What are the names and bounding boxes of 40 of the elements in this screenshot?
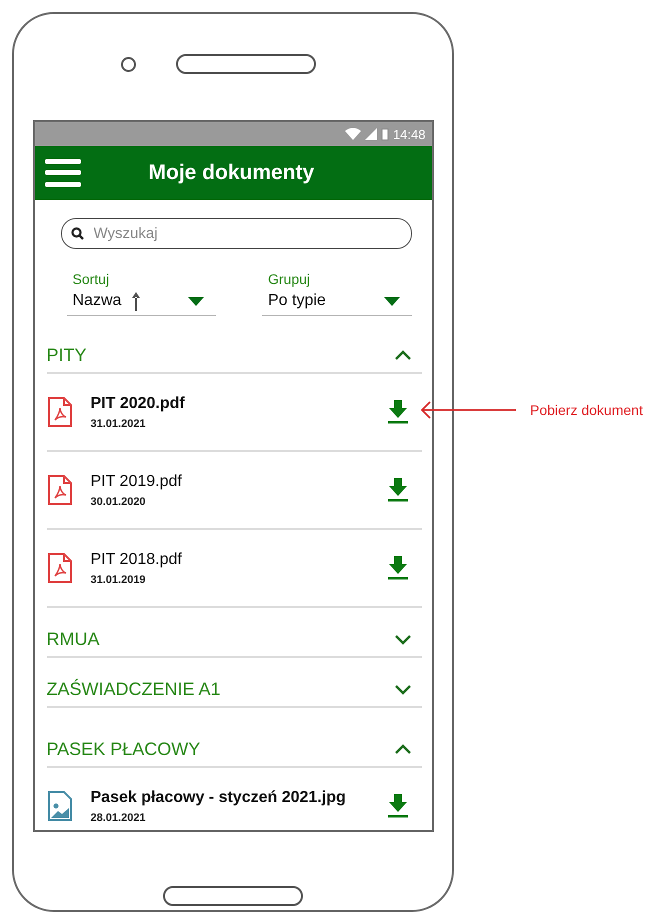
section-title: PITY <box>46 344 87 366</box>
download-button[interactable] <box>388 400 408 424</box>
annotation-label: Pobierz dokument <box>530 402 643 418</box>
document-date: 28.01.2021 <box>90 812 147 824</box>
document-name: Pasek płacowy - styczeń 2021.jpg <box>90 788 347 806</box>
dropdown-select[interactable]: Nazwa <box>66 287 216 316</box>
screen-title: Moje dokumenty <box>148 161 314 185</box>
dropdown-caret-icon[interactable] <box>188 296 204 306</box>
chevron-down-icon[interactable] <box>394 684 412 694</box>
document-date: 31.01.2021 <box>90 418 147 430</box>
clock-time: 14:48 <box>392 126 426 142</box>
pdf-file-icon <box>46 552 72 584</box>
filter-label: Grupuj <box>268 271 312 287</box>
chevron-down-icon[interactable] <box>394 634 412 644</box>
menu-icon[interactable] <box>44 159 80 187</box>
section-title: PASEK PŁACOWY <box>46 738 200 760</box>
signal-icon <box>364 128 377 140</box>
dropdown-caret-icon[interactable] <box>384 296 400 306</box>
filter-label: Sortuj <box>72 271 110 287</box>
search-field[interactable]: Wyszukaj <box>60 218 412 249</box>
section-title: ZAŚWIADCZENIE A1 <box>46 678 221 700</box>
chevron-up-icon[interactable] <box>394 350 412 360</box>
wifi-icon <box>344 128 361 140</box>
download-button[interactable] <box>388 794 408 818</box>
document-name: PIT 2020.pdf <box>90 394 186 412</box>
camera-icon <box>120 56 136 72</box>
document-name: PIT 2019.pdf <box>90 472 183 490</box>
dropdown-select[interactable]: Po typie <box>262 287 412 316</box>
download-button[interactable] <box>388 478 408 502</box>
section-title: RMUA <box>46 628 100 650</box>
battery-icon <box>380 128 389 140</box>
chevron-up-icon[interactable] <box>394 744 412 754</box>
document-name: PIT 2018.pdf <box>90 550 183 568</box>
arrow-up-icon[interactable] <box>131 291 142 311</box>
download-button[interactable] <box>388 556 408 580</box>
image-file-icon <box>46 790 72 822</box>
pdf-file-icon <box>46 474 72 506</box>
document-date: 31.01.2019 <box>90 574 147 586</box>
document-date: 30.01.2020 <box>90 496 147 508</box>
pdf-file-icon <box>46 396 72 428</box>
